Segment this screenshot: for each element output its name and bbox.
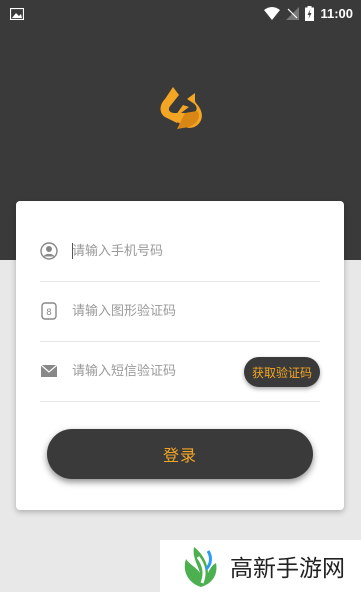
wifi-icon — [264, 7, 281, 20]
phone-input[interactable] — [72, 239, 242, 263]
captcha-input[interactable] — [72, 299, 242, 323]
captcha-icon: 8 — [41, 302, 57, 320]
login-button[interactable]: 登录 — [47, 429, 313, 479]
text-cursor — [72, 243, 73, 259]
sms-code-input[interactable] — [72, 359, 242, 383]
user-icon — [40, 242, 58, 260]
phone-row — [40, 221, 320, 282]
watermark-text: 高新手游网 — [230, 556, 345, 582]
mail-icon — [40, 364, 58, 377]
image-icon — [10, 8, 24, 20]
login-card: 8 获取验证码 登录 — [16, 201, 344, 510]
battery-charging-icon — [305, 6, 315, 21]
captcha-row: 8 — [40, 281, 320, 342]
watermark-logo-icon — [184, 547, 217, 587]
status-time: 11:00 — [320, 6, 353, 21]
app-logo — [160, 87, 202, 129]
watermark: 高新手游网 — [160, 540, 361, 592]
sms-row: 获取验证码 — [40, 341, 320, 402]
no-sim-icon — [286, 7, 300, 20]
svg-text:8: 8 — [46, 308, 52, 318]
status-bar: 11:00 — [0, 0, 361, 30]
get-code-button[interactable]: 获取验证码 — [244, 357, 320, 387]
